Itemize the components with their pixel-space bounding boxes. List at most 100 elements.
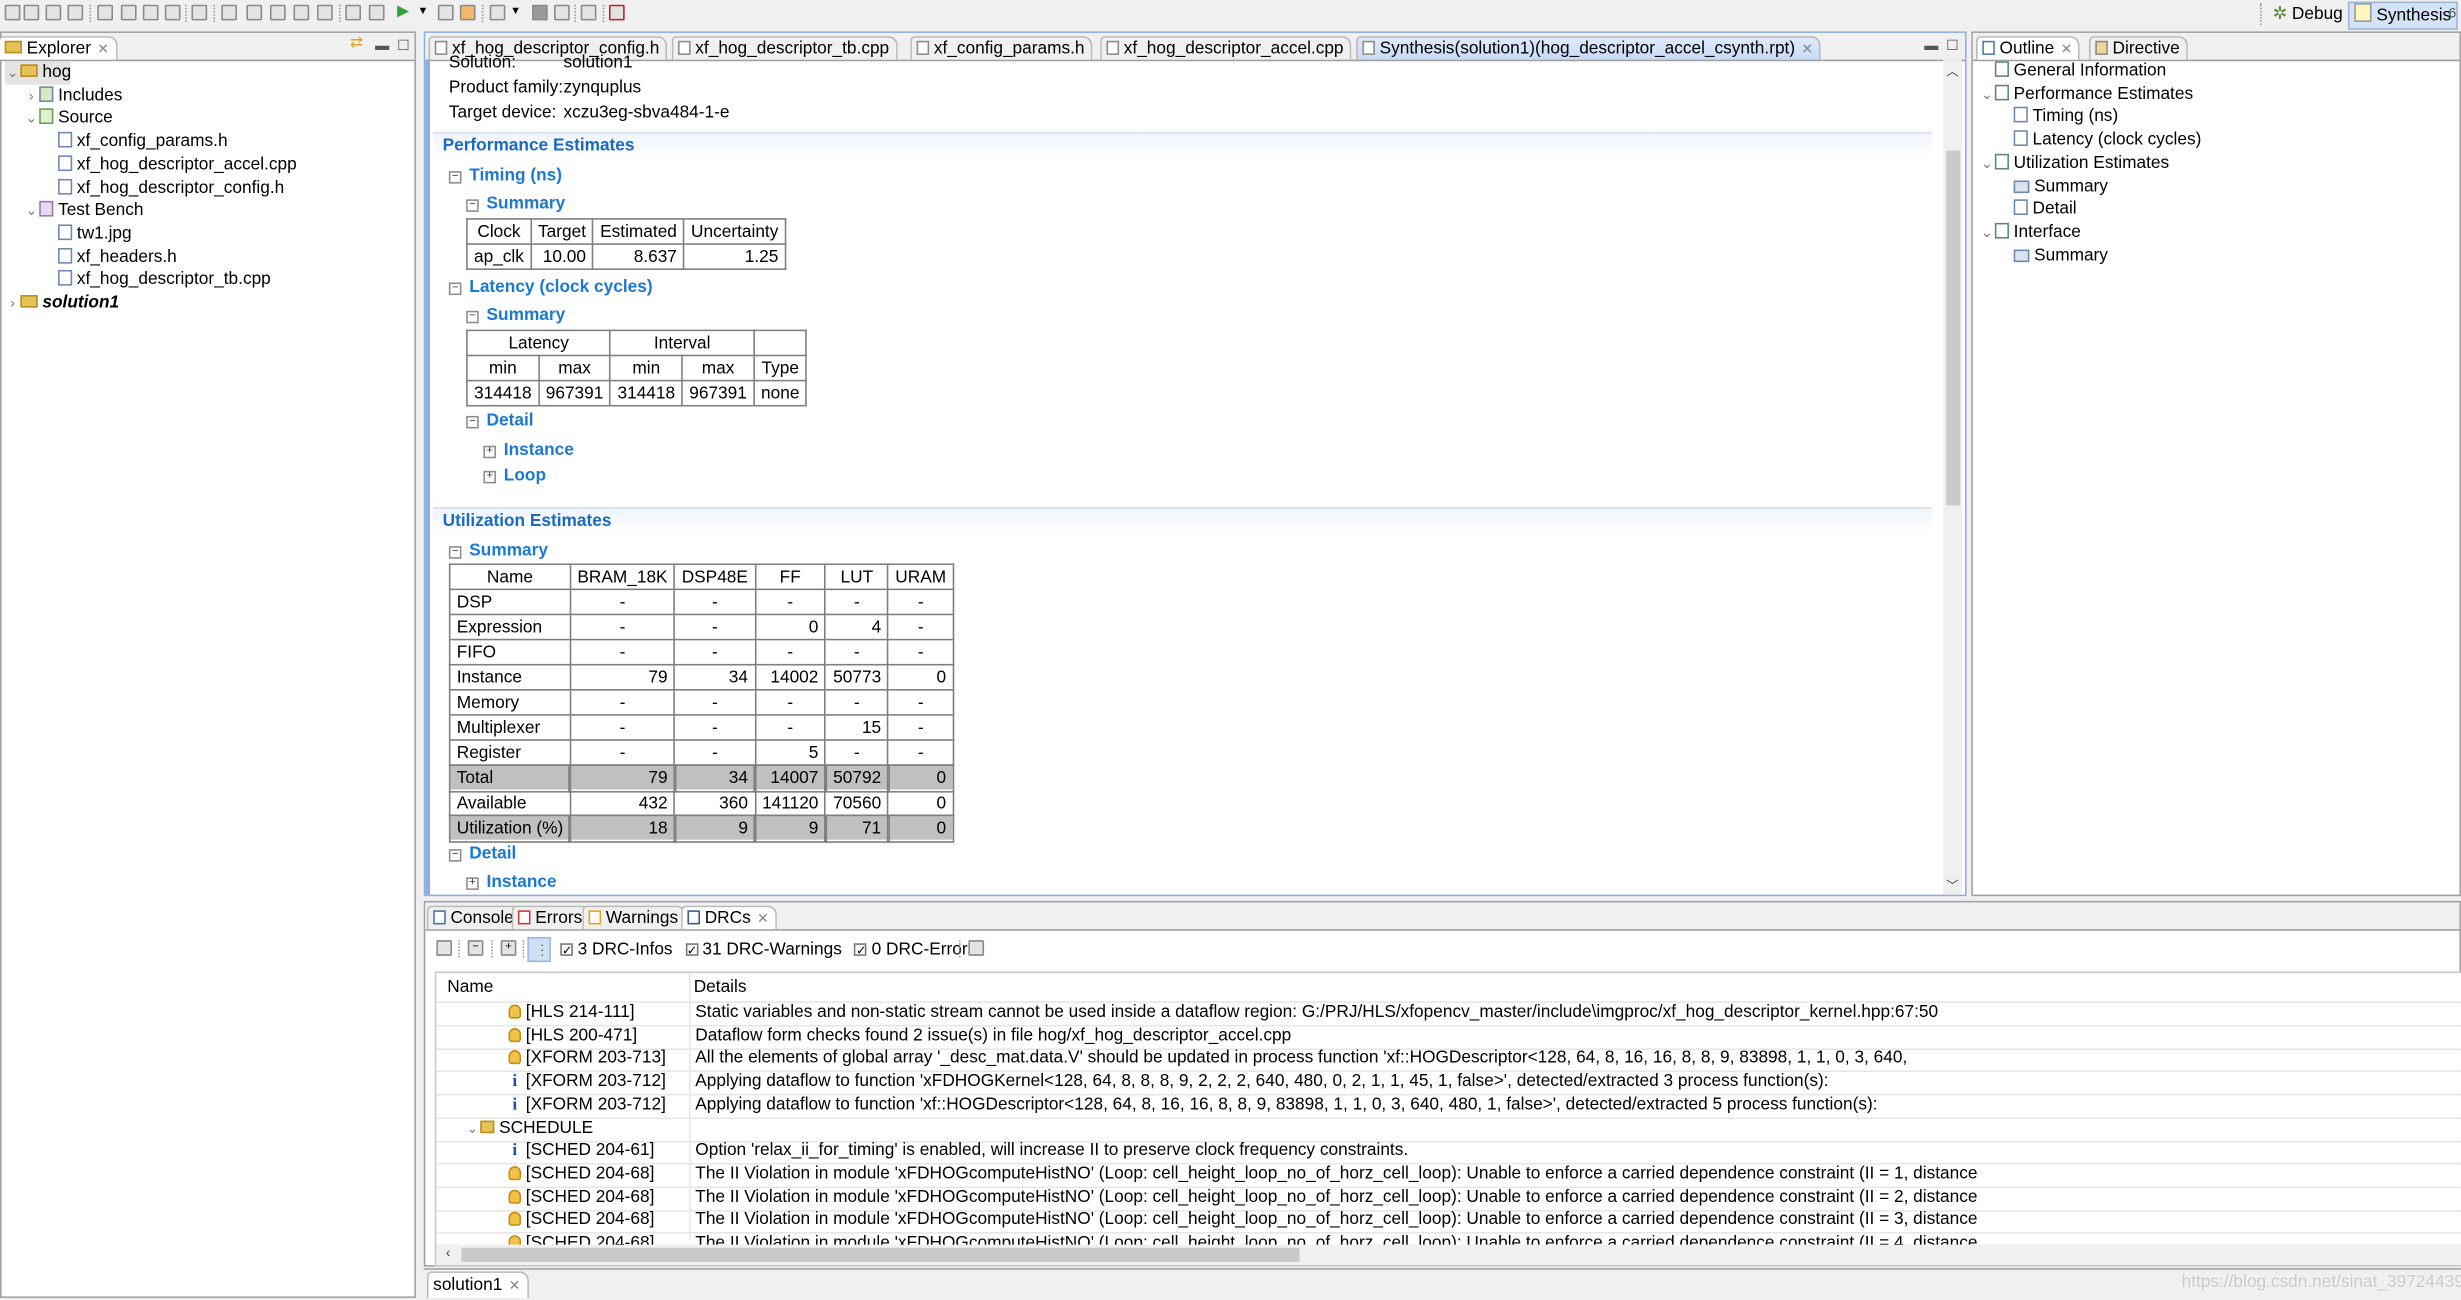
outline-item[interactable]: General Information xyxy=(1979,60,2166,84)
explorer-item[interactable]: xf_config_params.h xyxy=(42,130,228,154)
minimize-icon[interactable]: ▬ xyxy=(375,38,389,54)
view-options-icon[interactable] xyxy=(968,940,985,956)
tab-solution1[interactable]: solution1 ✕ xyxy=(426,1271,529,1298)
drc-row[interactable]: [SCHED 204-68] The II Violation in module… xyxy=(436,1209,2461,1235)
gear-icon[interactable] xyxy=(317,4,333,21)
explorer-item[interactable]: ⌄ Source xyxy=(24,107,113,131)
tab-outline[interactable]: Outline ✕ xyxy=(1976,36,2081,60)
column-header-name[interactable]: Name xyxy=(447,973,493,1001)
explorer-item[interactable]: xf_headers.h xyxy=(42,246,177,270)
cut-icon[interactable] xyxy=(97,4,114,21)
drc-row[interactable]: i [SCHED 204-61] Option 'relax_ii_for_timi… xyxy=(436,1140,2461,1165)
analysis-perspective-icon[interactable]: 6 xyxy=(2448,5,2456,21)
solution-settings-icon[interactable] xyxy=(269,4,286,21)
drc-row[interactable]: [SCHED 204-68] The II Violation in module… xyxy=(436,1186,2461,1212)
outline-item[interactable]: ⌄ Performance Estimates xyxy=(1979,83,2193,107)
outline-item[interactable]: Summary xyxy=(1998,175,2108,199)
tab-editor-file[interactable]: xf_config_params.h xyxy=(910,36,1093,60)
drc-filter-checkbox[interactable]: ✓ 31 DRC-Warnings xyxy=(685,940,842,959)
explorer-item[interactable]: tw1.jpg xyxy=(42,223,132,247)
tab-directive[interactable]: Directive xyxy=(2089,36,2188,60)
explorer-item[interactable]: › solution1 xyxy=(5,292,119,316)
new-icon[interactable] xyxy=(4,4,21,21)
open-report-icon[interactable] xyxy=(368,4,385,21)
timing-section-toggle[interactable]: − Timing (ns) xyxy=(448,166,562,186)
maximize-icon[interactable]: ☐ xyxy=(397,38,410,55)
checkbox-icon[interactable] xyxy=(437,4,454,21)
compare-reports-icon[interactable] xyxy=(554,4,570,21)
scrollbar-thumb[interactable] xyxy=(461,1247,1300,1262)
close-icon[interactable]: ✕ xyxy=(97,41,109,57)
new-solution-icon[interactable] xyxy=(246,4,263,21)
utilization-summary-toggle[interactable]: − Summary xyxy=(448,541,548,561)
close-icon[interactable]: ✕ xyxy=(757,910,769,926)
dropdown-arrow-icon[interactable]: ▼ xyxy=(417,6,428,17)
copy-icon[interactable] xyxy=(120,4,137,21)
scroll-down-icon[interactable]: ﹀ xyxy=(1946,877,1959,894)
analysis-icon[interactable] xyxy=(580,4,597,21)
tab-editor-file[interactable]: Synthesis(solution1)(hog_descriptor_acce… xyxy=(1356,36,1822,60)
latency-loop-toggle[interactable]: + Loop xyxy=(483,466,546,486)
drc-row[interactable]: [HLS 214-111] Static variables and non-st… xyxy=(436,1001,2461,1027)
scrollbar-thumb[interactable] xyxy=(1946,150,1961,506)
explorer-item[interactable]: ⌄ Test Bench xyxy=(24,200,144,224)
maximize-icon[interactable]: ☐ xyxy=(1946,38,1959,55)
chevron-down-icon[interactable]: ⌄ xyxy=(24,200,40,224)
print-icon[interactable] xyxy=(191,4,208,21)
save-icon[interactable] xyxy=(23,4,40,21)
drc-row[interactable]: [SCHED 204-68] The II Violation in module… xyxy=(436,1163,2461,1188)
collapse-all-icon[interactable]: − xyxy=(467,940,484,956)
drc-filter-checkbox[interactable]: ✓ 0 DRC-Errors xyxy=(854,940,976,959)
index-source-icon[interactable] xyxy=(293,4,310,21)
minimize-icon[interactable]: ▬ xyxy=(1924,38,1938,54)
chevron-down-icon[interactable]: ⌄ xyxy=(1979,83,1995,107)
sync-icon[interactable]: ⇄ xyxy=(350,35,363,52)
tab-editor-file[interactable]: xf_hog_descriptor_accel.cpp xyxy=(1100,36,1352,60)
chevron-down-icon[interactable]: ⌄ xyxy=(5,61,21,85)
close-icon[interactable]: ✕ xyxy=(2061,41,2073,57)
chevron-right-icon[interactable]: › xyxy=(5,292,21,316)
save-as-icon[interactable] xyxy=(67,4,84,21)
stop-icon[interactable] xyxy=(532,4,548,21)
outline-item[interactable]: Latency (clock cycles) xyxy=(1998,129,2201,153)
filter-icon[interactable] xyxy=(436,940,453,956)
drc-row[interactable]: i [XFORM 203-712] Applying dataflow to fun… xyxy=(436,1071,2461,1096)
chevron-right-icon[interactable]: › xyxy=(24,84,40,108)
chevron-down-icon[interactable]: ⌄ xyxy=(24,107,40,131)
tab-explorer[interactable]: Explorer ✕ xyxy=(0,36,117,60)
outline-item[interactable]: Timing (ns) xyxy=(1998,106,2118,130)
export-rtl-icon[interactable] xyxy=(489,4,506,21)
explorer-item[interactable]: xf_hog_descriptor_tb.cpp xyxy=(42,269,271,293)
run-cosim-icon[interactable] xyxy=(459,4,476,21)
drc-row[interactable]: [HLS 200-471] Dataflow form checks found … xyxy=(436,1024,2461,1050)
run-c-simulation-icon[interactable] xyxy=(345,4,361,21)
close-icon[interactable]: ✕ xyxy=(1801,41,1813,57)
explorer-item[interactable]: ⌄ hog xyxy=(4,61,71,85)
dropdown-arrow-icon[interactable]: ▼ xyxy=(510,6,521,17)
tab-warnings[interactable]: Warnings xyxy=(582,905,686,930)
utilization-instance-toggle[interactable]: + Instance xyxy=(466,873,557,893)
scroll-up-icon[interactable]: ︿ xyxy=(1946,63,1959,80)
project-settings-icon[interactable] xyxy=(221,4,237,21)
tab-drcs[interactable]: DRCs ✕ xyxy=(681,905,777,930)
paste-icon[interactable] xyxy=(142,4,159,21)
outline-item[interactable]: Detail xyxy=(1998,198,2077,222)
tab-console[interactable]: Console xyxy=(426,905,522,930)
drc-row[interactable]: [XFORM 203-713] All the elements of globa… xyxy=(436,1047,2461,1073)
perspective-synthesis[interactable]: Synthesis xyxy=(2347,1,2458,30)
drc-row[interactable]: i [XFORM 203-712] Applying dataflow to fun… xyxy=(436,1094,2461,1119)
drc-horizontal-scrollbar[interactable]: ‹ xyxy=(436,1244,2461,1266)
explorer-item[interactable]: xf_hog_descriptor_accel.cpp xyxy=(42,153,297,177)
editor-vertical-scrollbar[interactable]: ︿ ﹀ xyxy=(1943,59,1962,895)
latency-section-toggle[interactable]: − Latency (clock cycles) xyxy=(448,278,653,298)
perspective-debug[interactable]: ✲ Debug xyxy=(2268,2,2348,27)
latency-instance-toggle[interactable]: + Instance xyxy=(483,441,574,461)
scroll-left-icon[interactable]: ‹ xyxy=(446,1245,451,1261)
close-icon[interactable]: ✕ xyxy=(509,1278,521,1294)
explorer-item[interactable]: xf_hog_descriptor_config.h xyxy=(42,177,284,201)
outline-item[interactable]: Summary xyxy=(1998,244,2108,268)
latency-detail-toggle[interactable]: − Detail xyxy=(466,411,534,431)
chevron-down-icon[interactable]: ⌄ xyxy=(465,1117,481,1141)
drc-group-row[interactable]: ⌄ SCHEDULE xyxy=(436,1117,2461,1142)
expand-all-icon[interactable]: + xyxy=(500,940,517,956)
